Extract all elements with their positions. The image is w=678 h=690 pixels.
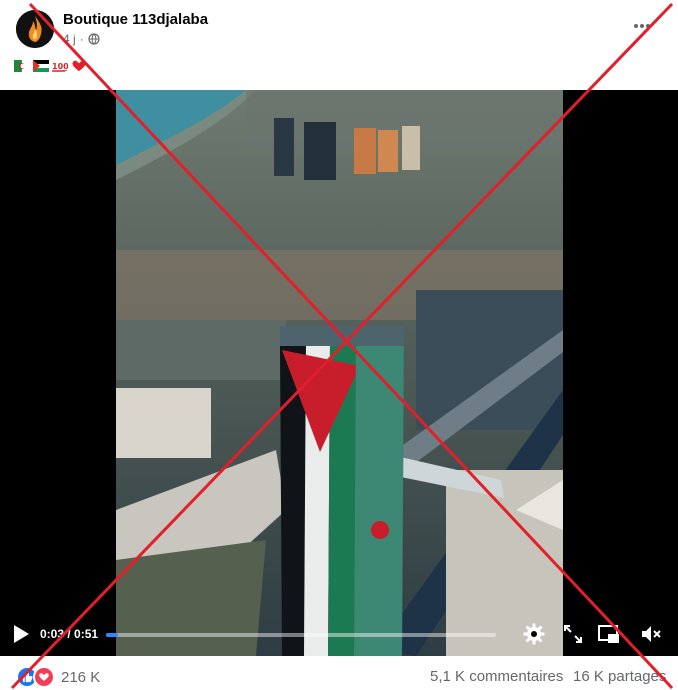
page-name[interactable]: Boutique 113djalaba (63, 11, 208, 28)
aerial-city-scene (116, 90, 563, 656)
hundred-points-emoji: 100 (52, 62, 68, 72)
play-icon[interactable] (12, 624, 30, 644)
reactions-count: 216 K (61, 668, 101, 686)
love-icon (33, 666, 55, 688)
progress-bar[interactable] (106, 633, 496, 637)
flag-tower (280, 326, 404, 656)
dot-icon (646, 24, 650, 28)
svg-text:100: 100 (52, 62, 68, 71)
progress-fill (106, 633, 118, 637)
more-options-button[interactable] (628, 14, 656, 38)
dot-icon (634, 24, 638, 28)
comments-count-link[interactable]: 5,1 K commentaires (430, 668, 563, 685)
red-heart-emoji (72, 60, 86, 72)
video-controls: 0:03 / 0:51 (0, 614, 678, 656)
video-frame (116, 90, 563, 656)
algeria-flag-emoji (14, 60, 30, 72)
mute-icon[interactable] (640, 623, 662, 645)
post-time[interactable]: 4 j (63, 32, 76, 46)
settings-icon[interactable] (523, 623, 545, 645)
meta-separator: · (79, 32, 84, 46)
globe-icon (88, 33, 100, 45)
reactions-summary[interactable]: 216 K (16, 666, 100, 688)
post-meta: 4 j · (63, 32, 100, 46)
flame-logo-icon (16, 10, 54, 48)
palestine-flag-emoji (33, 60, 49, 72)
page-avatar[interactable] (16, 10, 54, 48)
shares-count-link[interactable]: 16 K partages (573, 668, 666, 685)
post-stats: 216 K 5,1 K commentaires 16 K partages (0, 656, 678, 690)
post-text: 100 (14, 60, 87, 72)
picture-in-picture-icon[interactable] (598, 623, 620, 645)
post-header: Boutique 113djalaba 4 j · 100 (0, 0, 678, 90)
fullscreen-icon[interactable] (562, 623, 584, 645)
video-player[interactable]: 0:03 / 0:51 (0, 90, 678, 656)
dot-icon (640, 24, 644, 28)
video-time: 0:03 / 0:51 (40, 627, 99, 641)
